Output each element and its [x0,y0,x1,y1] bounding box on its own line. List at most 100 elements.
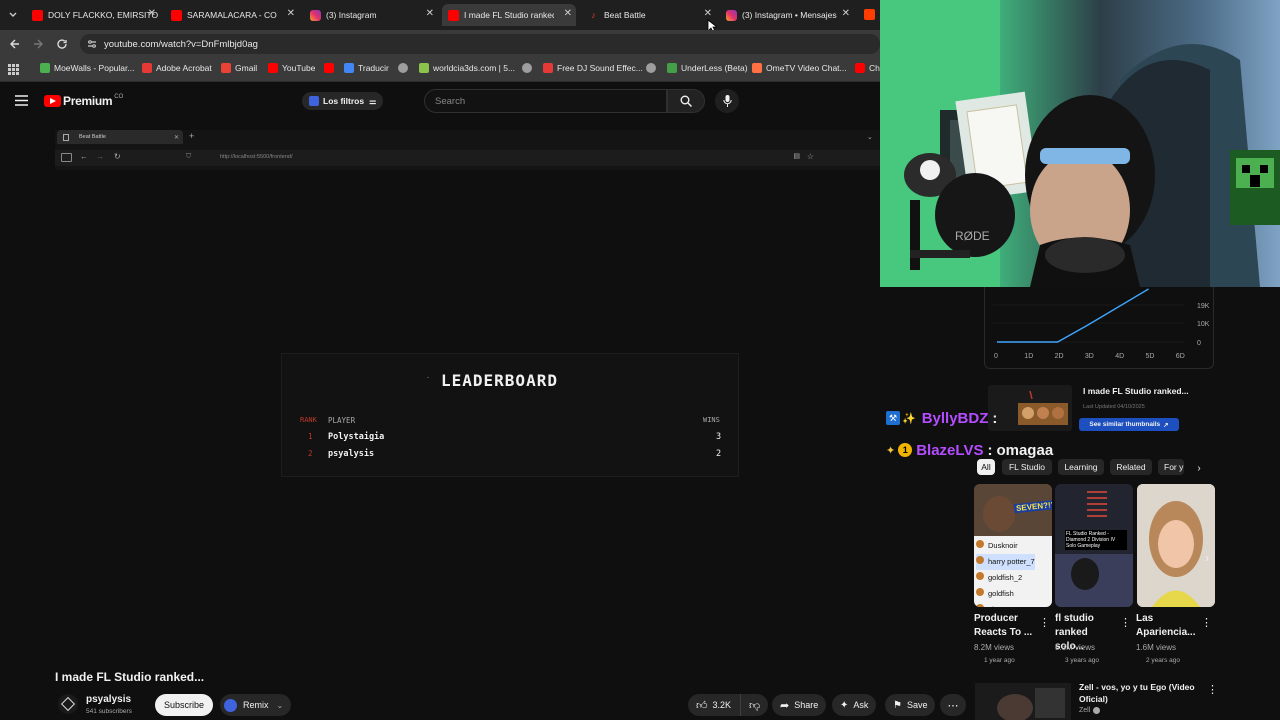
bookmark-icon: ⚑ [893,699,902,711]
browser-tab-3[interactable]: (3) Instagram ✕ [304,4,438,26]
like-button[interactable]: 👍︎ 3.2K [688,694,740,716]
chip-label: FL Studio [1008,462,1046,472]
browser-tab-1[interactable]: DOLY FLACKKO, EMIRSITO ✕ [26,4,160,26]
bookmark-label: YouTube [282,63,316,73]
close-icon[interactable]: ✕ [564,8,572,19]
close-icon[interactable]: ✕ [148,8,156,19]
tab-title: I made FL Studio ranked... [464,10,554,20]
bookmark-worldcia[interactable]: worldcia3ds.com | 5... [419,63,515,73]
ranked-name: goldfish_2 [976,570,1035,586]
bookmark-globe[interactable] [398,63,412,73]
filters-button[interactable]: Los filtros ⚌ [302,92,384,110]
webcam-overlay: RØDE [880,0,1280,287]
ask-button[interactable]: ✦ Ask [832,694,877,716]
pickaxe-badge-icon: ⚒ [886,411,900,425]
tab-title: SARAMALACARA - COSA [187,10,277,20]
video-thumbnail[interactable]: FL Studio Ranked - Diamond 2 Division IV… [1055,484,1133,607]
menu-icon[interactable] [15,95,28,106]
bookmark-gmail[interactable]: Gmail [221,63,257,73]
chip-related[interactable]: Related [1110,459,1152,475]
channel-logo-icon [60,696,76,712]
save-button[interactable]: ⚑ Save [885,694,936,716]
apps-grid-icon[interactable] [8,64,19,75]
chevron-right-icon: › [1197,462,1201,474]
channel-name[interactable]: psyalysis [86,694,131,705]
share-button[interactable]: ➦ Share [772,694,827,716]
chip-learning[interactable]: Learning [1058,459,1104,475]
y-tick-label: 19K [1197,303,1210,310]
bookmark-youtube-2[interactable] [324,63,338,73]
browser-tab-2[interactable]: SARAMALACARA - COSA ✕ [165,4,299,26]
video-thumbnail[interactable]: SEVEN?!? Dusknoir harry potter_7 goldfis… [974,484,1052,607]
bookmark-moewalls[interactable]: MoeWalls - Popular... [40,63,134,73]
more-vertical-icon[interactable]: ⋮ [1207,683,1218,696]
close-icon[interactable]: ✕ [287,8,295,19]
browser-tab-5[interactable]: ♪ Beat Battle ✕ [582,4,716,26]
bookmark-globe-3[interactable] [646,63,660,73]
globe-icon [398,63,408,73]
bookmark-ch[interactable]: Ch [855,63,880,73]
youtube-icon [855,63,865,73]
close-icon[interactable]: ✕ [842,8,850,19]
wins-header: WINS [703,416,720,424]
search-input[interactable]: Search [435,96,465,107]
tab-search-button[interactable] [6,8,20,22]
bookmark-ometv[interactable]: OmeTV Video Chat... [752,63,847,73]
chat-colon: : [992,409,998,427]
x-tick-label: 4D [1115,353,1124,360]
bookmark-adobe-acrobat[interactable]: Adobe Acrobat [142,63,212,73]
chip-all[interactable]: All [977,459,995,475]
more-vertical-icon[interactable]: ⋮ [1201,616,1212,629]
upload-age: 2 years ago [1146,657,1180,664]
recommended-title[interactable]: Las Apariencia... [1136,612,1200,640]
next-video-thumbnail[interactable] [975,683,1071,720]
chat-colon: : [987,441,993,459]
more-vertical-icon[interactable]: ⋮ [1039,616,1050,629]
search-button[interactable] [667,89,705,113]
x-tick-label: 1D [1024,353,1033,360]
voice-search-button[interactable] [715,89,739,113]
x-tick-label: 3D [1085,353,1094,360]
youtube-icon[interactable] [864,9,875,20]
more-vertical-icon[interactable]: ⋮ [1120,616,1131,629]
chat-message-text: omagaa [996,441,1054,459]
recommended-title[interactable]: Producer Reacts To ... [974,612,1034,640]
youtube-premium-logo[interactable]: Premium CO [44,94,123,108]
reload-icon[interactable] [56,38,68,50]
rank-dot-icon [976,604,984,607]
youtube-icon [448,9,459,21]
site-info-icon[interactable] [87,39,97,49]
more-actions-button[interactable]: ⋯ [940,694,966,716]
channel-avatar[interactable] [58,694,78,714]
search-box[interactable]: Search [424,89,667,113]
view-count: 8.2M views [974,643,1015,652]
gmail-icon [221,63,231,73]
bookmark-youtube[interactable]: YouTube [268,63,315,73]
video-thumbnail[interactable] [1137,484,1215,607]
dislike-button[interactable]: 👎︎ [740,694,768,716]
url-text[interactable]: youtube.com/watch?v=DnFmlbjd0ag [104,39,258,50]
carousel-next-button[interactable]: › [1205,551,1209,565]
back-arrow-icon[interactable] [9,38,21,50]
bookmark-label: MoeWalls - Popular... [54,63,135,73]
chip-for-you[interactable]: For y [1158,459,1184,475]
promo-updated: Last Updated 04/10/2025 [1083,404,1145,410]
bookmark-traducir[interactable]: Traducir [344,63,389,73]
player-header: PLAYER [328,416,356,425]
chip-fl-studio[interactable]: FL Studio [1002,459,1052,475]
bookmark-underless[interactable]: UnderLess (Beta) [667,63,748,73]
remix-button[interactable]: Remix ⌄ [220,694,292,716]
forward-arrow-icon[interactable] [32,38,44,50]
browser-tab-4[interactable]: I made FL Studio ranked... ✕ [442,4,576,26]
next-video-title[interactable]: Zell - vos, yo y tu Ego (Video Oficial) [1079,681,1195,705]
close-icon[interactable]: ✕ [704,8,712,19]
subscribe-button[interactable]: Subscribe [155,694,213,716]
browser-tab-6[interactable]: (3) Instagram • Mensajes ✕ [720,4,854,26]
rank-dot-icon [976,572,984,580]
bookmark-free-dj[interactable]: Free DJ Sound Effec... [543,63,643,73]
see-similar-thumbnails-button[interactable]: See similar thumbnails ↗ [1079,418,1179,431]
beat-battle-icon: ♪ [591,10,596,20]
bookmark-globe-2[interactable] [522,63,536,73]
close-icon[interactable]: ✕ [426,8,434,19]
chips-next-button[interactable]: › [1191,460,1207,476]
